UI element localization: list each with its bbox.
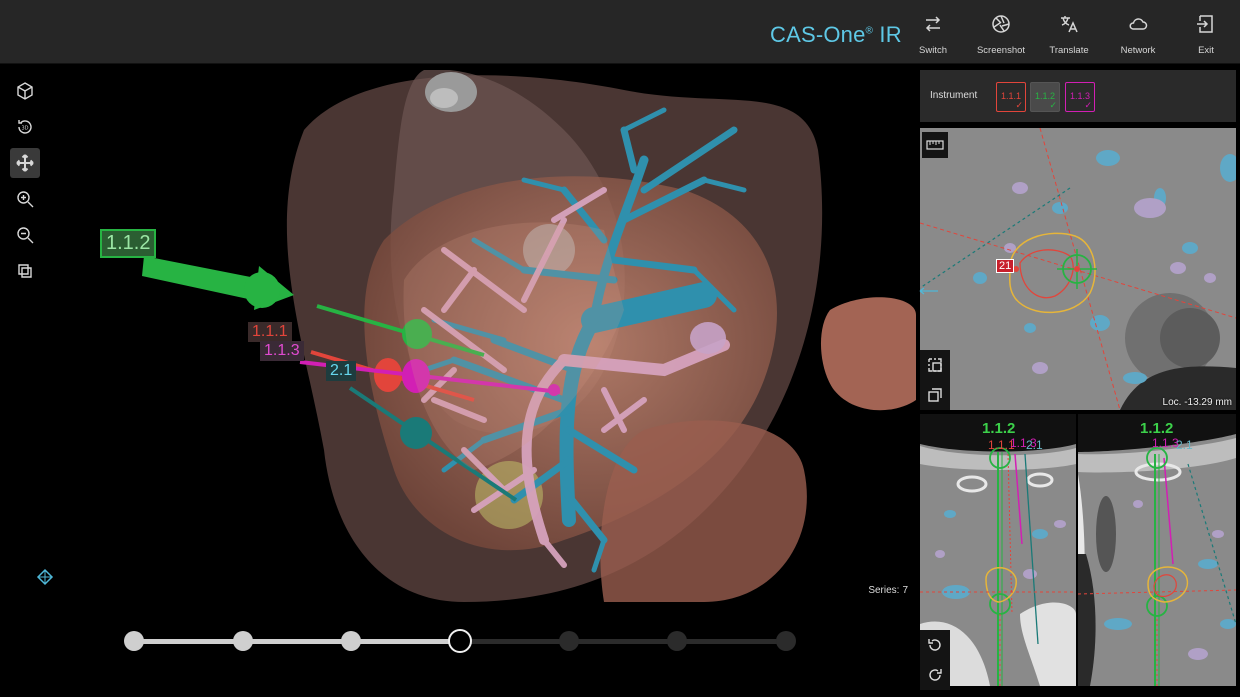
ruler-button[interactable] [922, 132, 948, 158]
orientation-cube-icon[interactable] [34, 566, 56, 588]
sagittal-label-2-1: 2.1 [1176, 438, 1193, 452]
timeline-step-2[interactable] [232, 631, 253, 651]
check-icon: ✓ [1049, 100, 1057, 110]
move-button[interactable] [10, 148, 40, 178]
sagittal-title: 1.1.2 [1140, 420, 1174, 437]
translate-icon [1061, 16, 1078, 33]
zoom-out-icon [17, 227, 34, 244]
svg-text:3D: 3D [22, 126, 29, 132]
rotate-3d-icon: 3D [18, 120, 32, 134]
translate-button[interactable]: Translate [1037, 8, 1101, 58]
axial-side-tools [920, 350, 950, 410]
switch-button[interactable]: Switch [901, 8, 965, 58]
cube-icon [17, 82, 33, 100]
sagittal-ct-image [1078, 414, 1236, 686]
view-toolbar: 3D [10, 76, 40, 292]
app-title: CAS-One® IR [770, 22, 902, 47]
liver-3d-render [142, 70, 916, 602]
slice-location: Loc. -13.29 mm [1162, 397, 1232, 408]
network-button[interactable]: Network [1106, 8, 1170, 58]
reset-view-icon [18, 264, 32, 278]
copy-region-button[interactable] [920, 380, 950, 410]
rotate-left-button[interactable] [920, 630, 950, 660]
exit-button[interactable]: Exit [1174, 8, 1238, 58]
ruler-icon [926, 140, 944, 150]
app-header: CAS-One® IR Switch Screenshot Translate … [0, 0, 1240, 64]
instrument-1-1-3-button[interactable]: 1.1.3 ✓ [1065, 82, 1095, 112]
rotate-left-icon [928, 639, 941, 651]
sagittal-ct-view[interactable]: 1.1.2 1.1.3 2.1 [1078, 414, 1236, 686]
screenshot-button[interactable]: Screenshot [969, 8, 1033, 58]
aperture-icon [992, 15, 1010, 33]
check-icon: ✓ [1084, 100, 1092, 110]
rotate-right-icon [929, 669, 942, 681]
coronal-side-tools [920, 630, 950, 690]
target-label: 21 [996, 259, 1015, 273]
coronal-title: 1.1.2 [982, 420, 1016, 437]
instrument-bar: Instrument 1.1.1 ✓ 1.1.2 ✓ 1.1.3 ✓ [920, 70, 1236, 122]
timeline-step-6[interactable] [667, 631, 688, 651]
cloud-icon [1129, 18, 1148, 30]
needle-tag-1-1-2[interactable]: 1.1.2 [100, 229, 157, 258]
sagittal-label-1-1-3: 1.1.3 [1152, 436, 1179, 450]
exit-icon [1197, 15, 1213, 33]
coronal-label-2-1: 2.1 [1026, 438, 1043, 452]
instrument-1-1-1-button[interactable]: 1.1.1 ✓ [996, 82, 1026, 112]
move-icon [16, 154, 34, 172]
zoom-out-button[interactable] [10, 220, 40, 250]
zoom-in-button[interactable] [10, 184, 40, 214]
axial-ct-view[interactable]: 21 Loc. -13.29 mm [920, 128, 1236, 410]
zoom-in-icon [17, 191, 34, 208]
rotate-3d-button[interactable]: 3D [10, 112, 40, 142]
instrument-label: Instrument [930, 90, 978, 101]
check-icon: ✓ [1015, 100, 1023, 110]
instrument-1-1-2-button[interactable]: 1.1.2 ✓ [1030, 82, 1060, 112]
timeline-step-3[interactable] [341, 631, 362, 651]
needle-tag-2-1[interactable]: 2.1 [326, 361, 357, 381]
reset-view-button[interactable] [10, 256, 40, 286]
timeline-step-5[interactable] [558, 631, 579, 651]
cube-view-button[interactable] [10, 76, 40, 106]
copy-region-icon [928, 388, 942, 402]
needle-tag-1-1-3[interactable]: 1.1.3 [260, 341, 304, 361]
3d-viewport[interactable]: 1.1.2 1.1.1 1.1.3 2.1 3D Series: 7 [4, 70, 916, 602]
series-indicator: Series: 7 [868, 585, 908, 596]
expand-arrow-icon[interactable] [919, 286, 939, 296]
timeline-step-4[interactable] [448, 629, 472, 653]
select-region-button[interactable] [920, 350, 950, 380]
timeline-step-7[interactable] [776, 631, 796, 651]
rotate-right-button[interactable] [920, 660, 950, 690]
timeline-step-1[interactable] [124, 631, 144, 651]
select-region-icon [928, 358, 942, 372]
needle-tag-1-1-1[interactable]: 1.1.1 [248, 322, 292, 342]
timeline-progress [132, 639, 468, 644]
workflow-timeline[interactable] [120, 626, 800, 656]
switch-icon [925, 16, 941, 32]
axial-ct-image [920, 128, 1236, 410]
